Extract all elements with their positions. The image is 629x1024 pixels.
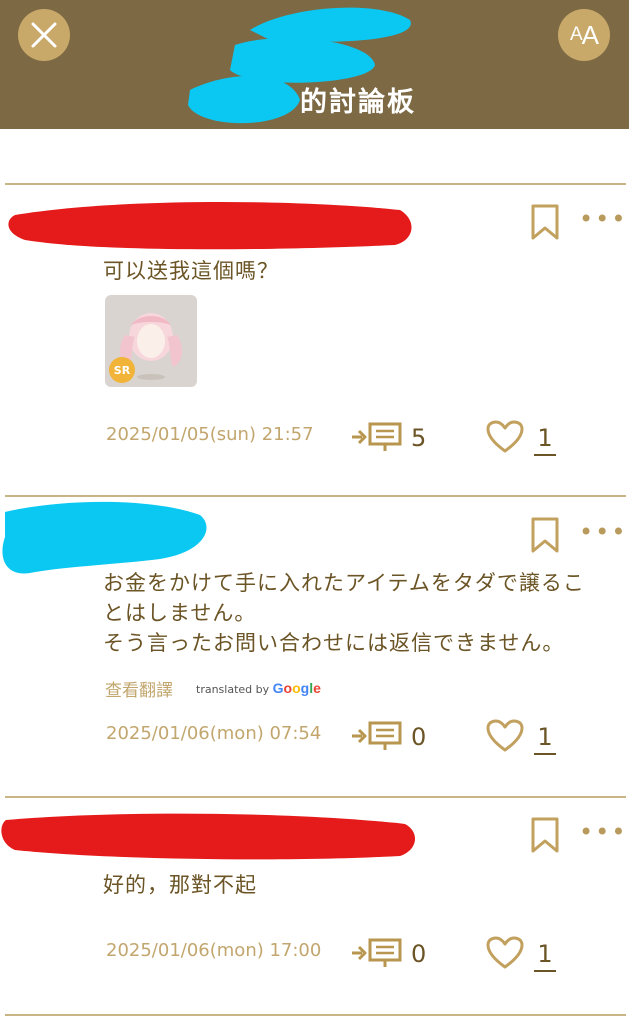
- post-text-line: お金をかけて手に入れたアイテムをタダで譲るこ: [103, 571, 585, 595]
- more-options-icon[interactable]: •••: [579, 518, 627, 546]
- like-count[interactable]: 1: [534, 723, 556, 755]
- bookmark-icon[interactable]: [530, 516, 560, 554]
- font-size-icon-large: A: [581, 19, 599, 50]
- translated-by-label: translated by: [196, 683, 270, 696]
- reply-count: 5: [411, 424, 427, 452]
- close-icon: [31, 22, 57, 48]
- divider: [5, 1014, 626, 1016]
- redaction-mark: [2, 501, 207, 574]
- like-count[interactable]: 1: [534, 424, 556, 456]
- page-title: 的討論板: [300, 87, 416, 118]
- post-text: 好的，那對不起: [103, 873, 257, 897]
- redaction-mark: [8, 201, 412, 250]
- bookmark-icon[interactable]: [530, 203, 560, 241]
- heart-icon[interactable]: [486, 719, 524, 753]
- font-size-icon-small: A: [569, 24, 583, 45]
- reply-count: 0: [411, 940, 427, 968]
- more-options-icon[interactable]: •••: [579, 205, 627, 233]
- redaction-mark: [1, 813, 416, 860]
- divider: [5, 183, 626, 185]
- reply-icon[interactable]: [350, 937, 404, 969]
- post-text: お金をかけて手に入れたアイテムをタダで譲るこ とはしません。 そう言ったお問い合…: [103, 568, 585, 658]
- close-button[interactable]: [18, 9, 70, 61]
- bookmark-icon[interactable]: [530, 816, 560, 854]
- post-timestamp: 2025/01/06(mon) 07:54: [106, 723, 322, 744]
- reply-count: 0: [411, 723, 427, 751]
- heart-icon[interactable]: [486, 420, 524, 454]
- like-count[interactable]: 1: [534, 940, 556, 972]
- post-text: 可以送我這個嗎？: [103, 259, 279, 283]
- reply-icon[interactable]: [350, 720, 404, 752]
- post-timestamp: 2025/01/06(mon) 17:00: [106, 940, 322, 961]
- post-text-line: とはしません。: [103, 601, 257, 625]
- reply-icon[interactable]: [350, 421, 404, 453]
- translation-attribution: translated by Google: [196, 680, 321, 696]
- post-timestamp: 2025/01/05(sun) 21:57: [106, 424, 314, 445]
- heart-icon[interactable]: [486, 936, 524, 970]
- post-text-line: そう言ったお問い合わせには返信できません。: [103, 631, 565, 655]
- font-size-button[interactable]: AA: [558, 9, 610, 61]
- rarity-badge: SR: [109, 357, 135, 383]
- view-translation-link[interactable]: 查看翻譯: [105, 676, 173, 701]
- more-options-icon[interactable]: •••: [579, 818, 627, 846]
- google-logo: Google: [272, 680, 321, 696]
- top-bar: 的討論板 AA: [0, 0, 629, 129]
- item-thumbnail[interactable]: SR: [105, 295, 197, 387]
- divider: [5, 796, 626, 798]
